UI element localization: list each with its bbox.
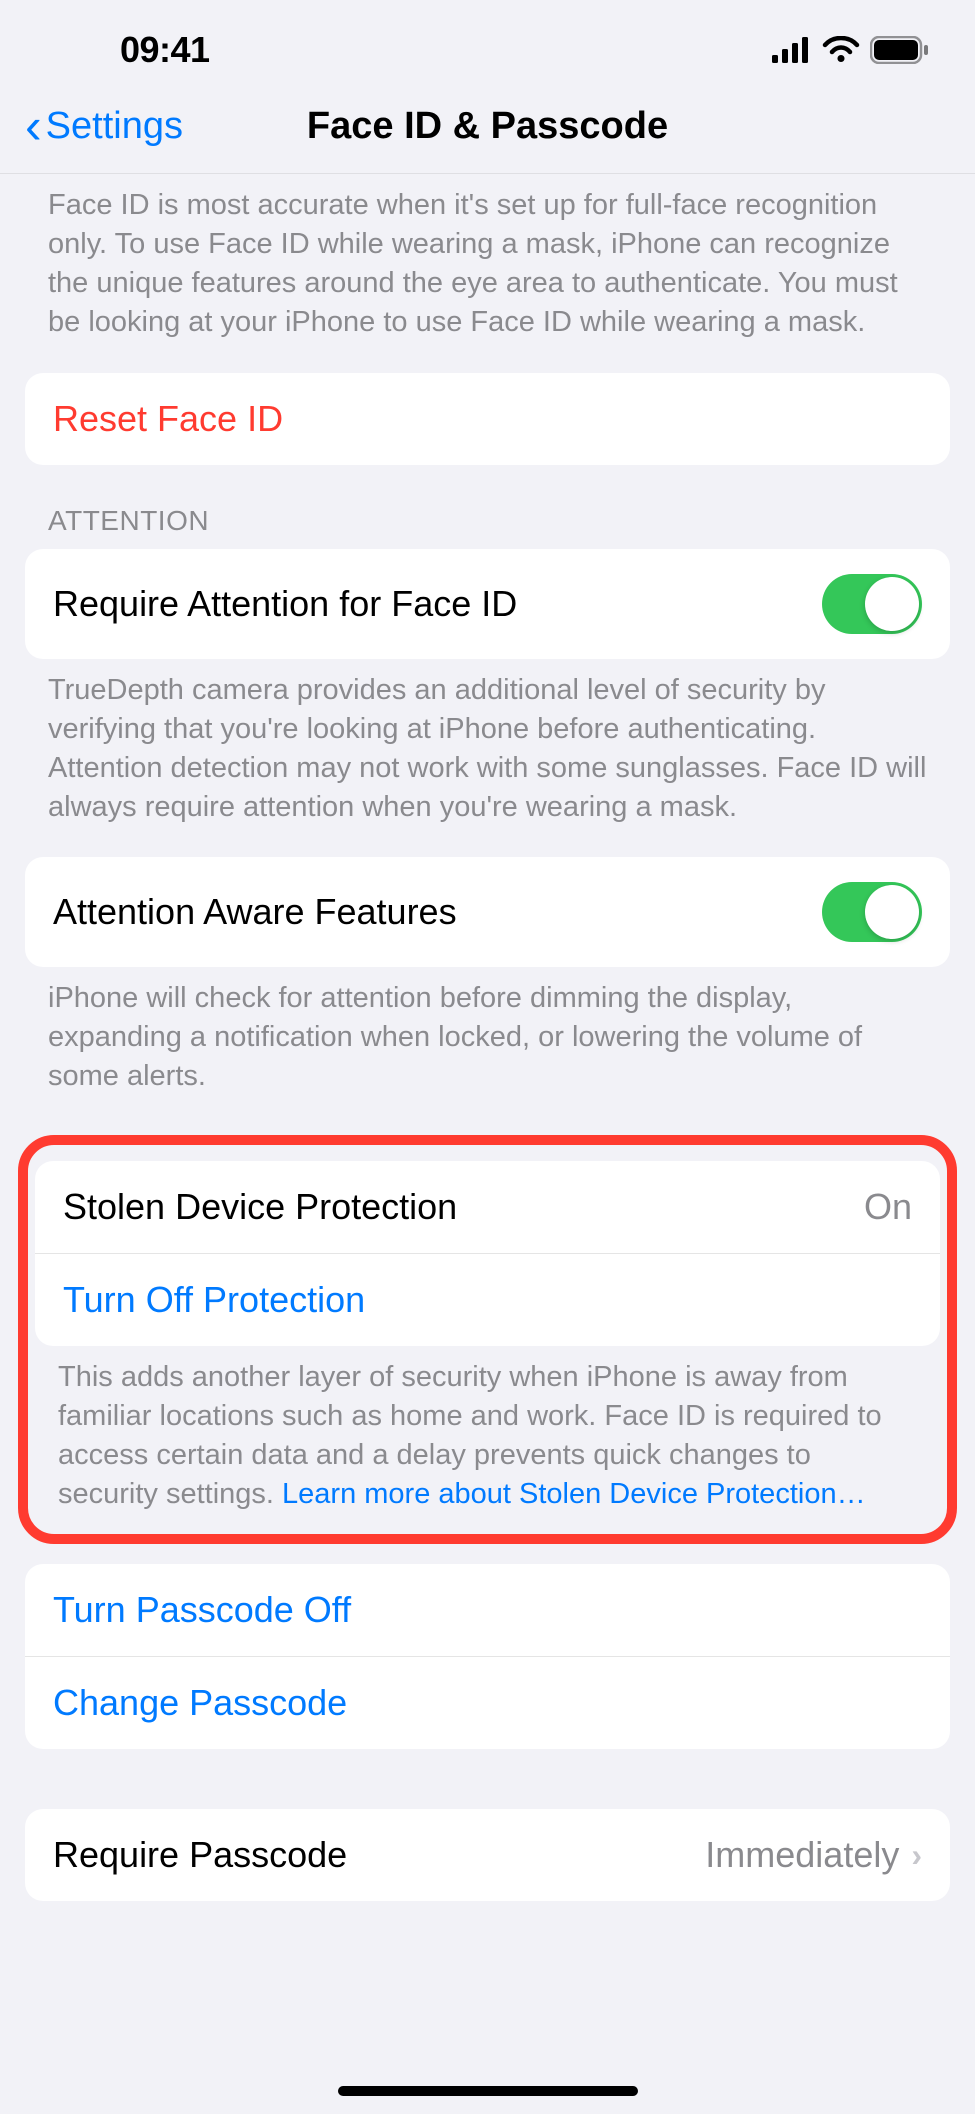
toggle-knob [865,885,919,939]
status-time: 09:41 [120,29,210,71]
stolen-device-label: Stolen Device Protection [63,1186,457,1228]
learn-more-link[interactable]: Learn more about Stolen Device Protectio… [282,1478,866,1510]
require-passcode-group: Require Passcode Immediately › [25,1809,950,1901]
reset-faceid-button[interactable]: Reset Face ID [25,373,950,465]
require-passcode-value: Immediately [705,1834,899,1876]
turn-off-protection-button[interactable]: Turn Off Protection [35,1253,940,1346]
back-button[interactable]: ‹ Settings [25,105,183,148]
faceid-mask-footer: Face ID is most accurate when it's set u… [0,174,975,373]
stolen-device-value: On [864,1186,912,1228]
page-title: Face ID & Passcode [307,105,668,148]
require-attention-label: Require Attention for Face ID [53,583,517,625]
attention-section-header: ATTENTION [0,465,975,549]
home-indicator[interactable] [338,2086,638,2096]
require-attention-row: Require Attention for Face ID [25,549,950,659]
cellular-icon [772,37,812,63]
attention-aware-group: Attention Aware Features [25,857,950,967]
stolen-device-highlight: Stolen Device Protection On Turn Off Pro… [18,1135,957,1545]
stolen-device-footer: This adds another layer of security when… [28,1346,947,1525]
attention-aware-row: Attention Aware Features [25,857,950,967]
stolen-device-row[interactable]: Stolen Device Protection On [35,1161,940,1253]
change-passcode-label: Change Passcode [53,1682,347,1724]
attention-aware-label: Attention Aware Features [53,891,457,933]
reset-faceid-group: Reset Face ID [25,373,950,465]
require-attention-toggle[interactable] [822,574,922,634]
status-bar: 09:41 [0,0,975,90]
turn-passcode-off-label: Turn Passcode Off [53,1589,351,1631]
wifi-icon [822,36,860,64]
turn-passcode-off-button[interactable]: Turn Passcode Off [25,1564,950,1656]
attention-aware-toggle[interactable] [822,882,922,942]
stolen-device-group: Stolen Device Protection On Turn Off Pro… [35,1161,940,1346]
back-label: Settings [46,105,183,148]
chevron-left-icon: ‹ [25,114,42,139]
require-passcode-row[interactable]: Require Passcode Immediately › [25,1809,950,1901]
passcode-group: Turn Passcode Off Change Passcode [25,1564,950,1749]
chevron-right-icon: › [911,1837,922,1874]
turn-off-protection-label: Turn Off Protection [63,1279,365,1321]
change-passcode-button[interactable]: Change Passcode [25,1656,950,1749]
toggle-knob [865,577,919,631]
status-indicators [772,36,930,64]
battery-icon [870,36,930,64]
require-attention-group: Require Attention for Face ID [25,549,950,659]
navigation-bar: ‹ Settings Face ID & Passcode [0,90,975,174]
require-passcode-label: Require Passcode [53,1834,347,1876]
reset-faceid-label: Reset Face ID [53,398,283,440]
attention-aware-footer: iPhone will check for attention before d… [0,967,975,1126]
require-attention-footer: TrueDepth camera provides an additional … [0,659,975,858]
